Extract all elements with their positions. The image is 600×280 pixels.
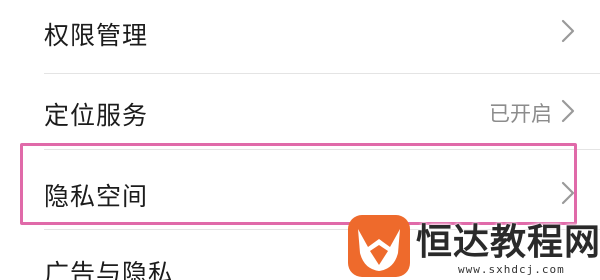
settings-page: 权限管理 定位服务 已开启 隐私空间 广告与隐私 恒达教程网 www.sxhdc…: [0, 0, 600, 280]
settings-item-permission-management[interactable]: 权限管理: [0, 0, 600, 78]
chevron-right-icon: [561, 99, 575, 123]
chevron-right-icon: [561, 19, 575, 43]
watermark-url: www.sxhdcj.com: [458, 263, 565, 276]
watermark-title: 恒达教程网: [416, 222, 600, 263]
watermark: 恒达教程网 www.sxhdcj.com: [340, 207, 600, 280]
settings-item-status: 已开启: [489, 102, 552, 126]
settings-item-label: 定位服务: [44, 101, 149, 130]
settings-item-label: 隐私空间: [44, 182, 149, 211]
fox-icon: [348, 215, 410, 277]
settings-item-label: 权限管理: [44, 21, 149, 50]
settings-item-label: 广告与隐私: [44, 259, 175, 280]
chevron-right-icon: [561, 181, 575, 205]
settings-item-location-services[interactable]: 定位服务 已开启: [0, 71, 600, 149]
